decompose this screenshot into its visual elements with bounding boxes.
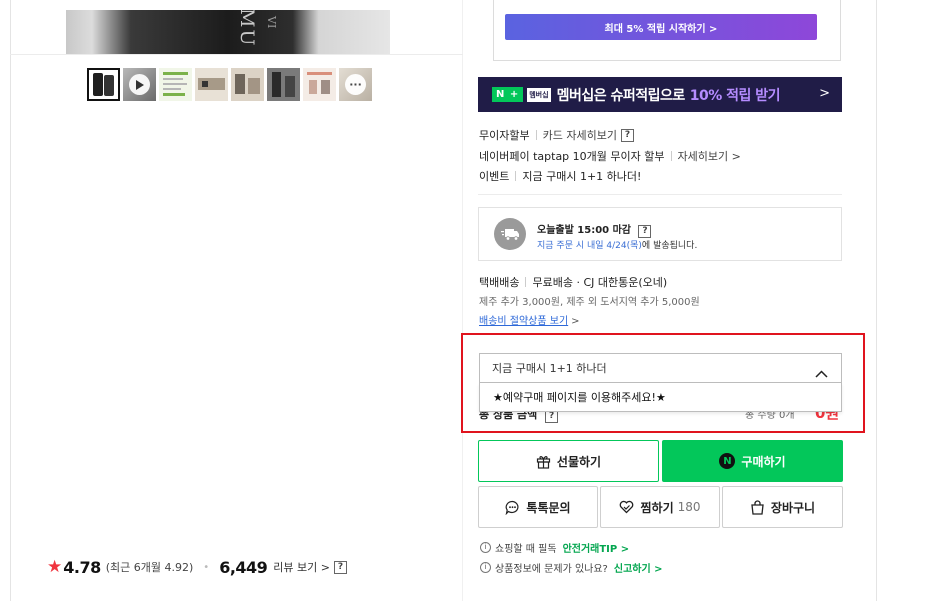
taptap-detail-link[interactable]: 자세히보기 > xyxy=(678,148,741,164)
gift-icon xyxy=(536,454,551,469)
cart-button[interactable]: 장바구니 xyxy=(722,486,843,528)
card-detail-link[interactable]: 카드 자세히보기 xyxy=(543,127,617,143)
chevron-right-icon: > xyxy=(819,86,830,101)
event-label: 이벤트 xyxy=(479,170,510,183)
page-frame-right xyxy=(876,0,877,601)
chat-icon xyxy=(505,500,520,515)
banner-highlight: 10% 적립 받기 xyxy=(689,87,781,104)
thumbnail-6[interactable] xyxy=(267,68,300,101)
chevron-right-icon: > xyxy=(571,316,580,327)
installment-row: 무이자할부 카드 자세히보기 ? xyxy=(479,127,634,143)
shipping-date: 지금 주문 시 내일 4/24(목) xyxy=(537,241,642,251)
shipping-title-text: 오늘출발 15:00 마감 xyxy=(537,225,631,236)
zzim-button[interactable]: 찜하기 180 xyxy=(600,486,720,528)
card-help-icon[interactable]: ? xyxy=(620,128,634,142)
separator-dot: • xyxy=(203,561,210,573)
option-selected-value: 지금 구매시 1+1 하나더 xyxy=(492,362,607,375)
delivery-detail: 무료배송 · CJ 대한통운(오네) xyxy=(532,276,668,289)
product-box-sublettering: VI xyxy=(265,16,278,29)
banner-text: 멤버십은 슈퍼적립으로 xyxy=(556,87,686,104)
review-link-label: 리뷰 보기 xyxy=(273,561,318,574)
naver-plus-logo: N + xyxy=(492,87,524,102)
report-link[interactable]: 신고하기 > xyxy=(614,560,663,575)
start-points-button[interactable]: 최대 5% 적립 시작하기 > xyxy=(505,14,817,40)
column-divider xyxy=(462,0,463,601)
section-divider xyxy=(478,194,842,195)
thumbnail-3[interactable] xyxy=(159,68,192,101)
report-notice: i 상품정보에 문제가 있나요? 신고하기 > xyxy=(480,560,663,575)
shipping-saving-label: 배송비 절약상품 보기 xyxy=(479,316,569,327)
thumbnail-4[interactable] xyxy=(195,68,228,101)
page-frame-left xyxy=(10,0,11,601)
shipping-help-icon[interactable]: ? xyxy=(638,225,652,238)
safe-trade-notice: i 쇼핑할 때 필독 안전거래TIP > xyxy=(480,540,629,555)
more-icon: ··· xyxy=(345,74,366,95)
membership-tag: 멤버십 xyxy=(527,87,551,102)
rating-score: 4.78 xyxy=(63,557,101,577)
thumbnail-strip: ··· xyxy=(87,68,372,101)
buy-button-label: 구매하기 xyxy=(741,454,786,469)
option-dropdown: ★예약구매 페이지를 이용해주세요!★ xyxy=(479,383,842,412)
safe-trade-link[interactable]: 안전거래TIP > xyxy=(563,540,630,555)
taptap-row: 네이버페이 taptap 10개월 무이자 할부 자세히보기 > xyxy=(479,148,741,164)
option-select[interactable]: 지금 구매시 1+1 하나더 xyxy=(479,353,842,383)
gift-button[interactable]: 선물하기 xyxy=(478,440,659,482)
delivery-extra-fee: 제주 추가 3,000원, 제주 외 도서지역 추가 5,000원 xyxy=(479,297,700,308)
naver-pay-icon: N xyxy=(719,453,736,469)
talktalk-button-label: 톡톡문의 xyxy=(526,500,571,515)
separator xyxy=(525,277,527,287)
installment-label: 무이자할부 xyxy=(479,129,530,142)
review-count: 6,449 xyxy=(219,557,268,577)
event-text: 지금 구매시 1+1 하나더! xyxy=(522,170,642,183)
product-box-lettering: MU xyxy=(236,10,258,48)
today-shipping-box: 오늘출발 15:00 마감 ? 지금 주문 시 내일 4/24(목)에 발송됩니… xyxy=(478,207,842,261)
shipping-title: 오늘출발 15:00 마감 ? xyxy=(537,221,652,238)
delivery-row: 택배배송 무료배송 · CJ 대한통운(오네) xyxy=(479,274,667,290)
thumbnail-7[interactable] xyxy=(303,68,336,101)
report-text: 상품정보에 문제가 있나요? xyxy=(495,564,608,575)
thumbnail-1[interactable] xyxy=(87,68,120,101)
rating-help-icon[interactable]: ? xyxy=(334,560,347,574)
point-promo-box: 최대 5% 적립 시작하기 > xyxy=(493,0,841,61)
thumbnail-more[interactable]: ··· xyxy=(339,68,372,101)
chevron-right-icon: > xyxy=(320,561,330,574)
talktalk-button[interactable]: 톡톡문의 xyxy=(478,486,598,528)
info-icon: i xyxy=(480,562,491,573)
safe-trade-text: 쇼핑할 때 필독 xyxy=(495,544,557,555)
shipping-saving-link[interactable]: 배송비 절약상품 보기 > xyxy=(479,312,580,327)
thumbnail-5[interactable] xyxy=(231,68,264,101)
shipping-date-suffix: 에 발송됩니다. xyxy=(641,241,698,251)
taptap-text: 네이버페이 taptap 10개월 무이자 할부 xyxy=(479,150,665,163)
rating-summary: ★ 4.78 (최근 6개월 4.92) • 6,449 리뷰 보기 > ? xyxy=(47,557,347,577)
image-divider xyxy=(10,54,463,55)
membership-banner[interactable]: N + 멤버십 멤버십은 슈퍼적립으로 10% 적립 받기 > xyxy=(478,77,842,112)
delivery-type: 택배배송 xyxy=(479,276,520,289)
separator xyxy=(670,151,672,161)
thumbnail-video[interactable] xyxy=(123,68,156,101)
separator xyxy=(515,171,517,181)
star-icon: ★ xyxy=(47,557,63,577)
shipping-subtext: 지금 주문 시 내일 4/24(목)에 발송됩니다. xyxy=(537,238,697,251)
zzim-button-label: 찜하기 xyxy=(640,500,674,515)
event-row: 이벤트 지금 구매시 1+1 하나더! xyxy=(479,168,641,184)
rating-recent: (최근 6개월 4.92) xyxy=(105,561,194,574)
heart-icon xyxy=(619,500,634,514)
cart-button-label: 장바구니 xyxy=(770,500,816,515)
zzim-count: 180 xyxy=(677,500,701,514)
chevron-up-icon xyxy=(815,363,828,382)
naver-pay-letter: N xyxy=(719,453,736,469)
separator xyxy=(535,130,537,140)
truck-icon xyxy=(494,218,526,250)
gift-button-label: 선물하기 xyxy=(556,454,602,469)
shopping-bag-icon xyxy=(750,499,765,515)
play-icon xyxy=(129,74,150,95)
buy-button[interactable]: N 구매하기 xyxy=(662,440,843,482)
review-link[interactable]: 리뷰 보기 > xyxy=(273,559,330,575)
main-product-image[interactable]: MU VI xyxy=(66,10,390,54)
dropdown-option[interactable]: ★예약구매 페이지를 이용해주세요!★ xyxy=(493,389,666,405)
info-icon: i xyxy=(480,542,491,553)
